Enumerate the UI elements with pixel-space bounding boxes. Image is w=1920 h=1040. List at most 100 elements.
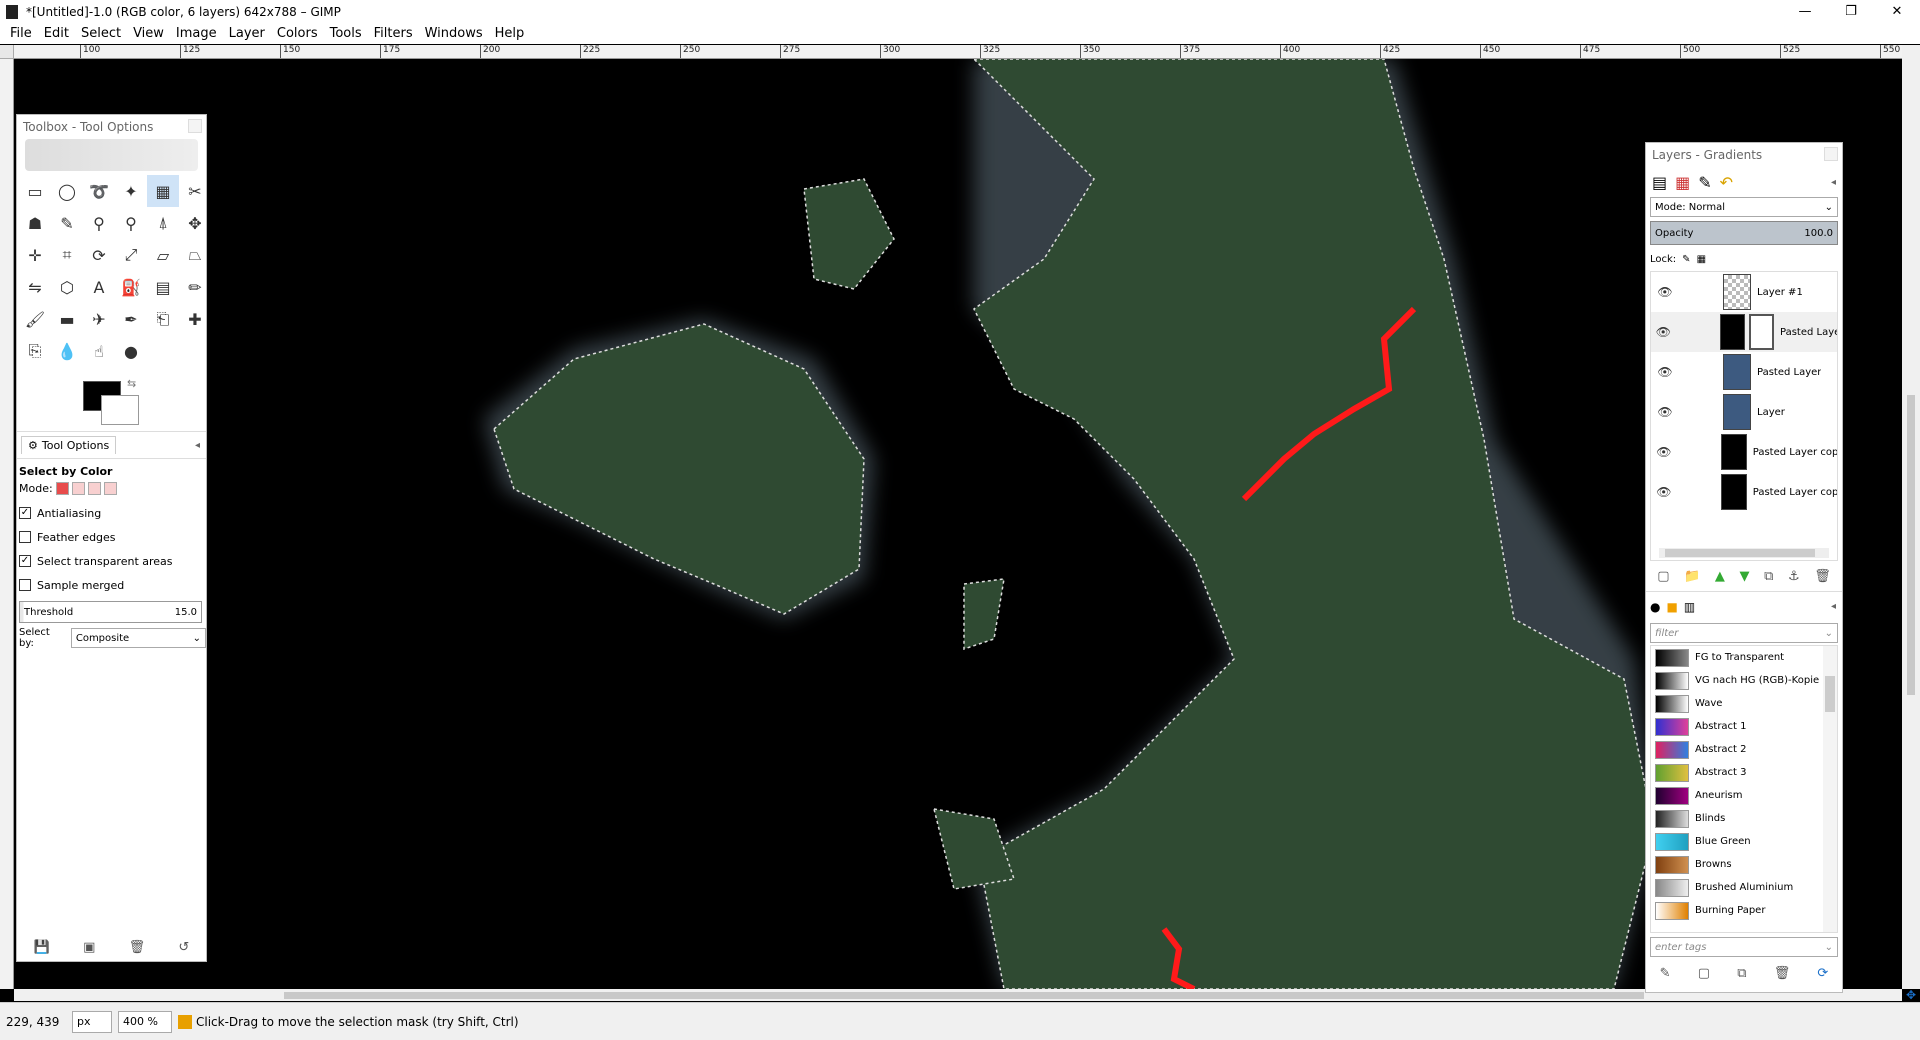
lock-pixels-icon[interactable]: ✎	[1682, 254, 1690, 265]
minimize-button[interactable]: —	[1782, 0, 1828, 23]
gradient-list-item[interactable]: FG to Transparent	[1651, 646, 1837, 669]
gradient-list-item[interactable]: Abstract 3	[1651, 761, 1837, 784]
flip-icon[interactable]: ⇋	[19, 271, 51, 303]
antialiasing-option[interactable]: ✓ Antialiasing	[19, 501, 206, 525]
background-color[interactable]	[101, 395, 139, 425]
menu-layer[interactable]: Layer	[223, 26, 271, 41]
gradient-list-scrollbar[interactable]	[1823, 646, 1837, 932]
layer-row[interactable]: 👁 Layer #1	[1651, 272, 1837, 312]
gradient-list-item[interactable]: Aneurism	[1651, 784, 1837, 807]
gradient-list-item[interactable]: Blinds	[1651, 807, 1837, 830]
feather-edges-option[interactable]: Feather edges	[19, 525, 206, 549]
airbrush-icon[interactable]: ✈	[83, 303, 115, 335]
visibility-eye-icon[interactable]: 👁	[1651, 365, 1679, 379]
menu-colors[interactable]: Colors	[271, 26, 324, 41]
duplicate-layer-icon[interactable]: ⧉	[1764, 569, 1773, 584]
foreground-select-icon[interactable]: ☗	[19, 207, 51, 239]
maximize-button[interactable]: ❐	[1828, 0, 1874, 23]
menu-filters[interactable]: Filters	[368, 26, 419, 41]
visibility-eye-icon[interactable]: 👁	[1651, 485, 1677, 499]
gradient-list-item[interactable]: Brushed Aluminium	[1651, 876, 1837, 899]
sample-merged-checkbox[interactable]	[19, 579, 31, 591]
gradient-list-item[interactable]: Burning Paper	[1651, 899, 1837, 922]
fuzzy-select-icon[interactable]: ✦	[115, 175, 147, 207]
mode-replace-button[interactable]	[55, 482, 69, 495]
tab-menu-icon[interactable]: ◂	[1831, 601, 1836, 612]
visibility-eye-icon[interactable]: 👁	[1651, 445, 1677, 459]
scale-icon[interactable]: ⤢	[115, 239, 147, 271]
layer-row[interactable]: 👁 Pasted Layer copy	[1651, 472, 1837, 512]
reset-options-icon[interactable]: ↺	[178, 940, 189, 955]
select-by-color-icon[interactable]: ▦	[147, 175, 179, 207]
close-button[interactable]: ✕	[1874, 0, 1920, 23]
clone-icon[interactable]: ⎗	[147, 303, 179, 335]
mode-intersect-button[interactable]	[103, 482, 117, 495]
layer-mode-dropdown[interactable]: Mode: Normal ⌄	[1650, 197, 1838, 217]
tab-tool-options[interactable]: ⚙ Tool Options	[21, 436, 117, 454]
vertical-scrollbar[interactable]	[1902, 45, 1920, 989]
delete-layer-icon[interactable]: 🗑	[1814, 569, 1831, 584]
menu-file[interactable]: File	[4, 26, 38, 41]
mode-subtract-button[interactable]	[87, 482, 101, 495]
mode-add-button[interactable]	[71, 482, 85, 495]
gradient-list-item[interactable]: Abstract 1	[1651, 715, 1837, 738]
dock-close-icon[interactable]	[1824, 147, 1838, 161]
bucket-fill-icon[interactable]: ⛽	[115, 271, 147, 303]
new-gradient-icon[interactable]: ▢	[1698, 966, 1710, 981]
sample-merged-option[interactable]: Sample merged	[19, 573, 206, 597]
perspective-clone-icon[interactable]: ⎘	[19, 335, 51, 367]
rect-select-icon[interactable]: ▭	[19, 175, 51, 207]
zoom-icon[interactable]: ⚲	[115, 207, 147, 239]
horizontal-scrollbar[interactable]	[14, 989, 1902, 1001]
ellipse-select-icon[interactable]: ◯	[51, 175, 83, 207]
brushes-tab-icon[interactable]: ●	[1650, 600, 1660, 614]
paths-tab-icon[interactable]: ✎	[1698, 173, 1711, 192]
patterns-tab-icon[interactable]: ■	[1666, 600, 1677, 614]
select-by-dropdown[interactable]: Composite ⌄	[70, 628, 206, 648]
menu-help[interactable]: Help	[489, 26, 531, 41]
threshold-slider[interactable]: Threshold 15.0	[19, 601, 202, 623]
pencil-icon[interactable]: ✏	[179, 271, 211, 303]
blend-icon[interactable]: ▤	[147, 271, 179, 303]
ruler-corner[interactable]	[0, 45, 14, 59]
shear-icon[interactable]: ▱	[147, 239, 179, 271]
menu-select[interactable]: Select	[75, 26, 127, 41]
align-icon[interactable]: ✛	[19, 239, 51, 271]
menu-windows[interactable]: Windows	[419, 26, 489, 41]
lock-alpha-icon[interactable]: ▦	[1697, 254, 1706, 265]
delete-gradient-icon[interactable]: 🗑	[1774, 966, 1791, 981]
edit-gradient-icon[interactable]: ✎	[1660, 966, 1671, 981]
swap-colors-icon[interactable]: ⇆	[127, 377, 136, 390]
refresh-gradients-icon[interactable]: ⟳	[1817, 966, 1828, 981]
antialiasing-checkbox[interactable]: ✓	[19, 507, 31, 519]
menu-tools[interactable]: Tools	[324, 26, 368, 41]
restore-options-icon[interactable]: ▣	[83, 940, 95, 955]
select-transparent-option[interactable]: ✓ Select transparent areas	[19, 549, 206, 573]
visibility-eye-icon[interactable]: 👁	[1651, 285, 1679, 299]
measure-icon[interactable]: ⍋	[147, 207, 179, 239]
move-icon[interactable]: ✥	[179, 207, 211, 239]
layer-row[interactable]: 👁 Pasted Layer	[1651, 352, 1837, 392]
tags-input[interactable]: enter tags ⌄	[1650, 937, 1838, 957]
gradient-list-item[interactable]: Wave	[1651, 692, 1837, 715]
select-transparent-checkbox[interactable]: ✓	[19, 555, 31, 567]
duplicate-gradient-icon[interactable]: ⧉	[1737, 966, 1746, 981]
ink-icon[interactable]: ✒	[115, 303, 147, 335]
layer-row[interactable]: 👁 Pasted Layer	[1651, 312, 1837, 352]
gradient-list-item[interactable]: Blue Green	[1651, 830, 1837, 853]
eraser-icon[interactable]: ▬	[51, 303, 83, 335]
lower-layer-icon[interactable]: ▼	[1740, 569, 1750, 584]
layers-tab-icon[interactable]: ▤	[1652, 173, 1667, 192]
gradient-list-item[interactable]: Browns	[1651, 853, 1837, 876]
crop-icon[interactable]: ⌗	[51, 239, 83, 271]
channels-tab-icon[interactable]: ▦	[1675, 173, 1690, 192]
layer-row[interactable]: 👁 Layer	[1651, 392, 1837, 432]
menu-edit[interactable]: Edit	[38, 26, 75, 41]
undo-history-tab-icon[interactable]: ↶	[1720, 173, 1733, 192]
smudge-icon[interactable]: ☝	[83, 335, 115, 367]
rotate-icon[interactable]: ⟳	[83, 239, 115, 271]
opacity-slider[interactable]: Opacity 100.0	[1650, 221, 1838, 245]
scissors-icon[interactable]: ✂	[179, 175, 211, 207]
visibility-eye-icon[interactable]: 👁	[1651, 325, 1676, 339]
dodge-burn-icon[interactable]: ●	[115, 335, 147, 367]
